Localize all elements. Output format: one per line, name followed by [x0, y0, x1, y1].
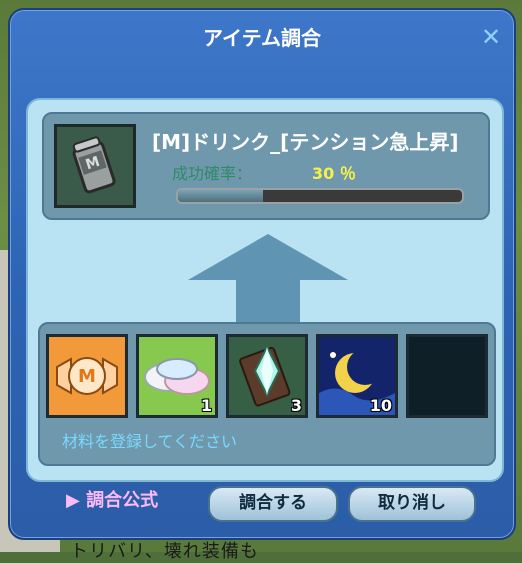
svg-text:M: M [78, 366, 96, 387]
result-item-name: [M]ドリンク_[テンション急上昇] [152, 130, 459, 154]
materials-hint: 材料を登録してください [62, 432, 238, 451]
result-box: M [M]ドリンク_[テンション急上昇] 成功確率： 30 ％ [42, 112, 490, 220]
materials-box: M 1 3 10 材料を登録してください [38, 322, 496, 466]
material-count: 1 [200, 396, 212, 415]
material-slot[interactable]: M [46, 334, 128, 418]
success-rate-bar [176, 188, 464, 204]
item-drink-icon[interactable]: M [54, 124, 136, 208]
item-craft-window: アイテム調合 ✕ M [M]ドリンク_[テンション急上昇] 成功確率： 30 ％ [8, 8, 516, 540]
close-icon[interactable]: ✕ [480, 25, 502, 49]
craft-formula-link[interactable]: ▶ 調合公式 [66, 486, 158, 512]
cancel-button[interactable]: 取り消し [348, 486, 476, 522]
success-rate-label: 成功確率： [172, 164, 253, 183]
material-slot[interactable]: 3 [226, 334, 308, 418]
material-count: 3 [290, 396, 302, 415]
craft-panel: M [M]ドリンク_[テンション急上昇] 成功確率： 30 ％ M 1 3 10… [26, 98, 504, 482]
craft-button[interactable]: 調合する [208, 486, 338, 522]
background-text: トリバリ、壊れ装備も [70, 541, 259, 562]
window-title: アイテム調合 [203, 26, 321, 50]
success-rate-fill [178, 190, 264, 202]
candy-icon: M [49, 337, 125, 415]
up-arrow-icon [188, 234, 348, 334]
empty-material-slot[interactable] [406, 334, 488, 418]
material-count: 10 [369, 396, 392, 415]
material-slot[interactable]: 1 [136, 334, 218, 418]
material-slot[interactable]: 10 [316, 334, 398, 418]
success-rate-value: 30 ％ [312, 164, 356, 183]
